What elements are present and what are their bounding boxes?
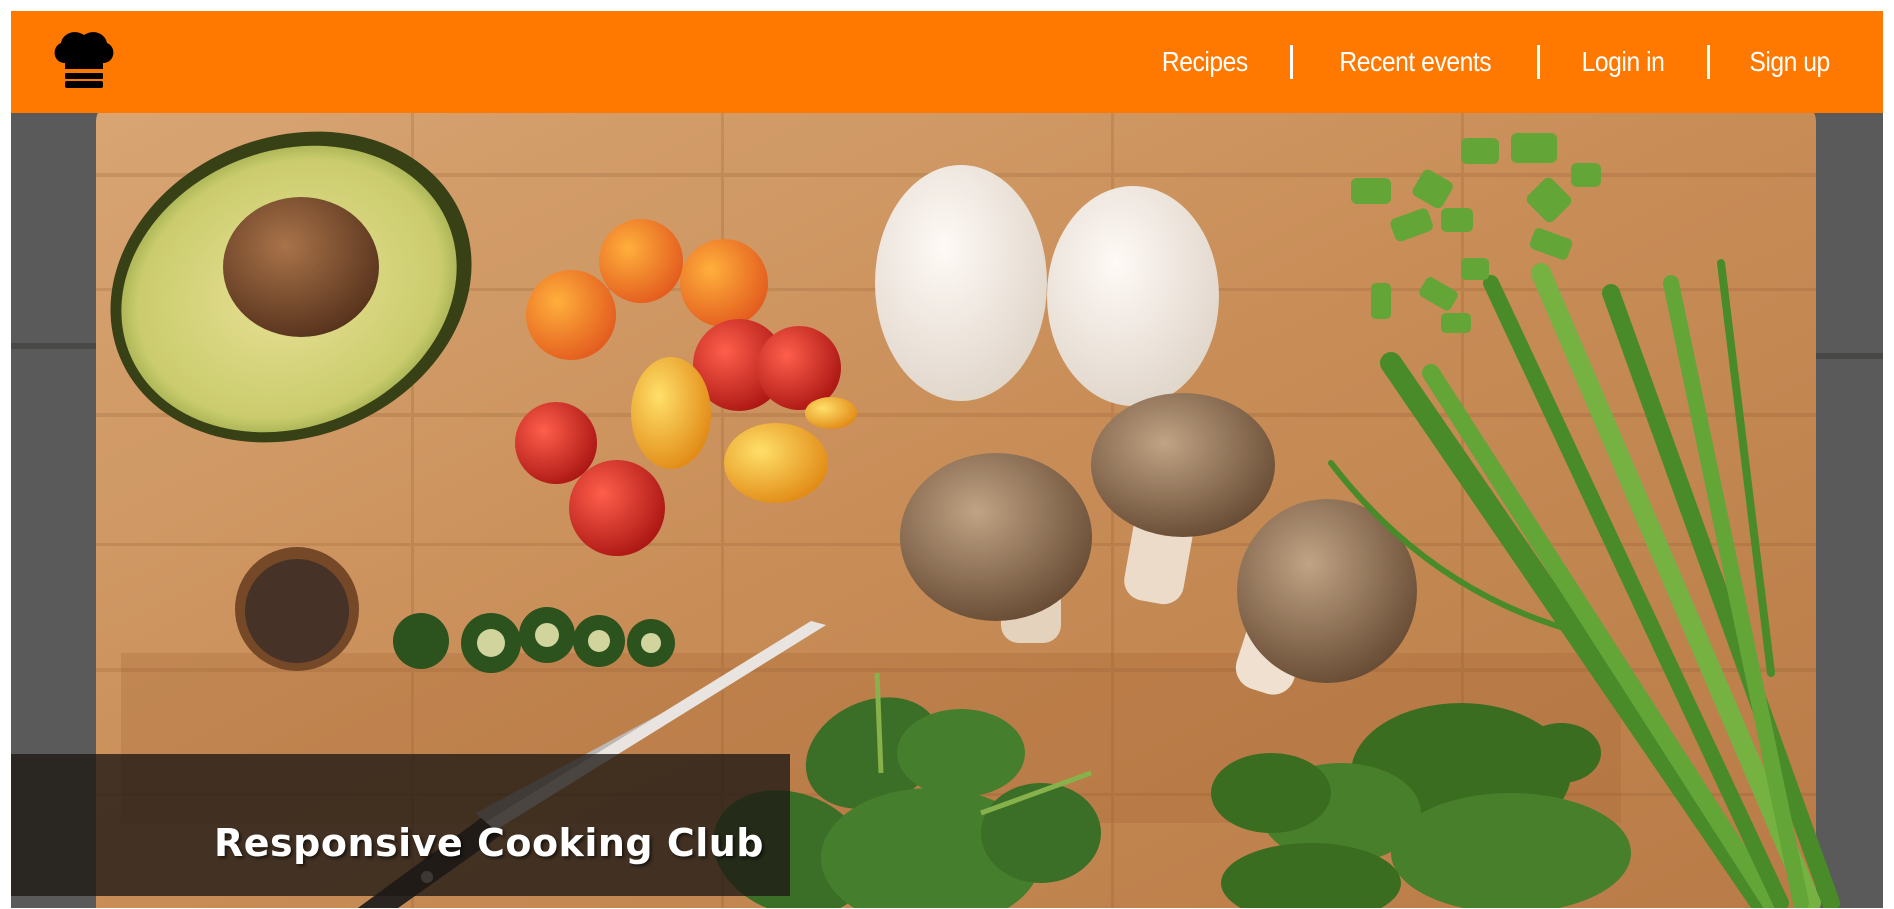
hero-banner: Responsive Cooking Club [11,113,1883,908]
chef-hat-icon[interactable] [51,29,117,89]
nav-recent-events-link[interactable]: Recent events [1308,46,1523,78]
nav-links: Recipes Recent events Login in Sign up [1120,11,1837,113]
nav-divider [1537,45,1541,79]
nav-login-link[interactable]: Login in [1550,46,1696,78]
page-frame: Recipes Recent events Login in Sign up R… [11,11,1883,908]
nav-recipes-link[interactable]: Recipes [1130,46,1279,78]
nav-divider [1289,45,1293,79]
hero-title: Responsive Cooking Club [214,821,764,866]
top-navbar: Recipes Recent events Login in Sign up [11,11,1883,113]
nav-signup-link[interactable]: Sign up [1717,46,1830,78]
hero-caption-box: Responsive Cooking Club [11,754,790,896]
nav-divider [1706,45,1710,79]
